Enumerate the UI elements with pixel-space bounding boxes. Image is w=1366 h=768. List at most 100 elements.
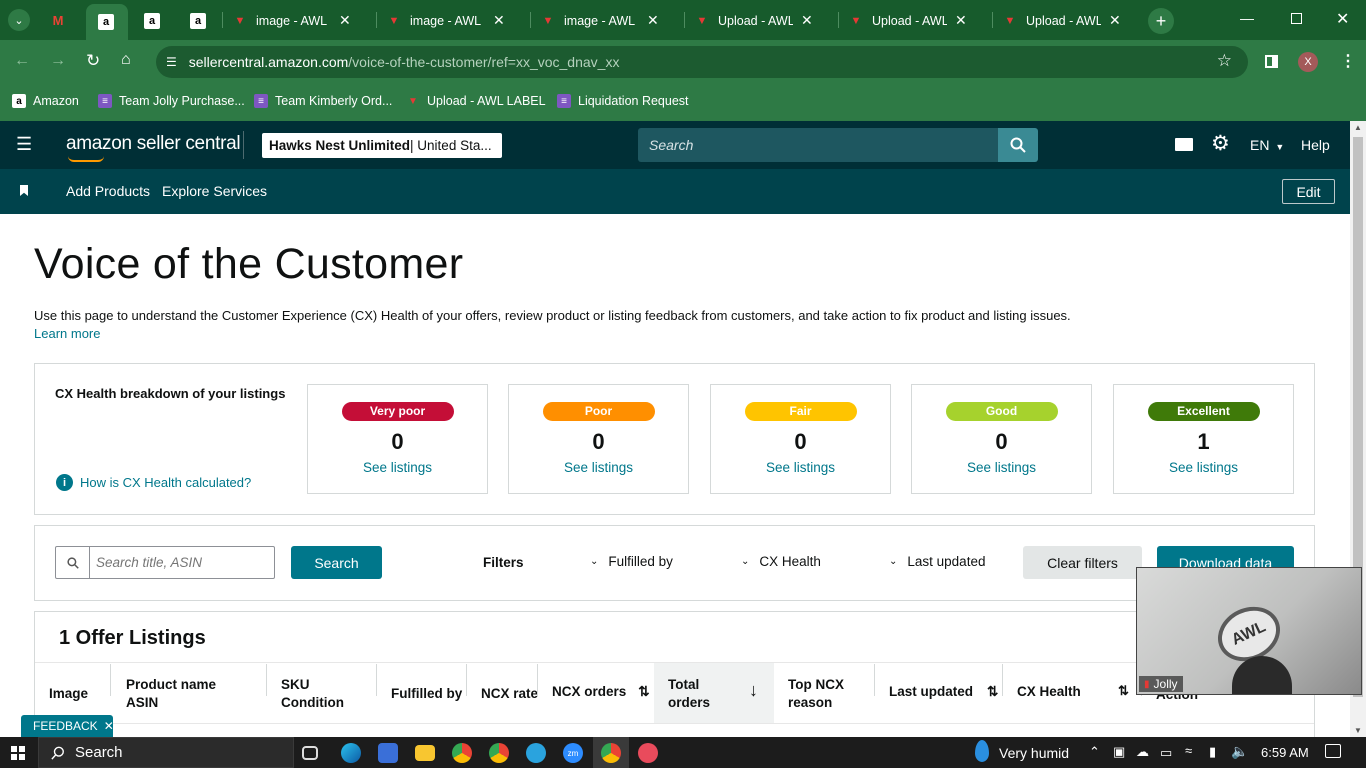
bookmark-icon[interactable]	[20, 185, 28, 196]
restore-button[interactable]	[1291, 13, 1302, 24]
col-fulfilled-by[interactable]: Fulfilled by	[391, 685, 462, 703]
chrome-icon[interactable]	[452, 743, 472, 763]
col-ncx-rate[interactable]: NCX rate	[481, 685, 538, 703]
see-listings-link[interactable]: See listings	[711, 460, 890, 475]
chrome-icon[interactable]	[489, 743, 509, 763]
col-top-ncx-reason[interactable]: Top NCX reason	[788, 676, 844, 712]
tab-search-dropdown-button[interactable]: ⌄	[8, 9, 30, 31]
mic-icon[interactable]: ▮	[1209, 744, 1216, 760]
account-switcher[interactable]: Hawks Nest Unlimited | United Sta...	[262, 133, 502, 158]
col-product-name[interactable]: Product name ASIN	[126, 676, 216, 712]
close-icon[interactable]: ✕	[955, 12, 967, 29]
browser-tab[interactable]: ▼ Upload - AWL L ✕	[694, 7, 813, 34]
close-icon[interactable]: ✕	[647, 12, 659, 29]
side-panel-icon[interactable]	[1265, 55, 1278, 68]
listing-search-box[interactable]	[55, 546, 275, 579]
cloud-icon[interactable]: ☁	[1136, 744, 1149, 760]
kebab-menu-icon[interactable]: ⋮	[1340, 51, 1356, 71]
bookmark-upload-awl[interactable]: ▼ Upload - AWL LABEL	[406, 94, 546, 108]
gear-icon[interactable]: ⚙	[1211, 131, 1230, 156]
feedback-tab[interactable]: FEEDBACK ✕	[21, 715, 114, 737]
see-listings-link[interactable]: See listings	[509, 460, 688, 475]
help-link[interactable]: Help	[1301, 137, 1330, 153]
close-icon[interactable]: ✕	[1109, 12, 1121, 29]
zoom-icon[interactable]: zm	[563, 743, 583, 763]
task-view-icon[interactable]	[302, 746, 318, 760]
telegram-icon[interactable]	[526, 743, 546, 763]
clear-filters-button[interactable]: Clear filters	[1023, 546, 1142, 579]
close-icon[interactable]: ✕	[104, 719, 114, 733]
seller-central-logo[interactable]: amazon seller central	[66, 133, 241, 162]
bookmark-team-kimberly[interactable]: ≡ Team Kimberly Ord...	[254, 94, 392, 108]
hamburger-menu-icon[interactable]: ☰	[16, 134, 32, 155]
minimize-button[interactable]: —	[1240, 10, 1254, 26]
sort-desc-icon[interactable]: ↓	[749, 680, 758, 701]
browser-tab[interactable]: ▼ image - AWL LA ✕	[540, 7, 659, 34]
learn-more-link[interactable]: Learn more	[34, 326, 100, 341]
browser-tab[interactable]: a	[190, 7, 206, 34]
see-listings-link[interactable]: See listings	[308, 460, 487, 475]
chrome-icon[interactable]	[601, 743, 621, 763]
battery-icon[interactable]: ▭	[1160, 745, 1172, 761]
search-button[interactable]: Search	[291, 546, 382, 579]
home-icon[interactable]: ⌂	[121, 51, 131, 69]
wifi-icon[interactable]: ≈	[1185, 743, 1192, 758]
col-ncx-orders[interactable]: NCX orders ⇅	[552, 683, 650, 701]
nav-add-products[interactable]: Add Products	[66, 183, 150, 199]
header-search-input[interactable]: Search	[638, 128, 998, 162]
edge-icon[interactable]	[341, 743, 361, 763]
how-calculated-link[interactable]: i How is CX Health calculated?	[56, 474, 251, 491]
see-listings-link[interactable]: See listings	[1114, 460, 1293, 475]
file-explorer-icon[interactable]	[415, 745, 435, 761]
reload-icon[interactable]: ↻	[86, 51, 100, 71]
browser-tab[interactable]: ▼ image - AWL LA ✕	[232, 7, 351, 34]
sort-icon[interactable]: ⇅	[1118, 683, 1129, 699]
meet-icon[interactable]: ▣	[1113, 744, 1125, 760]
tray-overflow-icon[interactable]: ⌃	[1089, 744, 1100, 760]
sort-icon[interactable]: ⇅	[638, 683, 649, 701]
browser-tab[interactable]: ▼ Upload - AWL L ✕	[1002, 7, 1121, 34]
scroll-down-icon[interactable]: ▼	[1354, 726, 1362, 735]
video-call-overlay[interactable]: AWL ▮ Jolly	[1136, 567, 1362, 695]
bookmark-liquidation[interactable]: ≡ Liquidation Request	[557, 94, 689, 108]
site-info-icon[interactable]: ☰	[166, 55, 177, 69]
nav-explore-services[interactable]: Explore Services	[162, 183, 267, 199]
forward-icon[interactable]: →	[50, 52, 66, 70]
notifications-icon[interactable]	[1325, 744, 1341, 758]
browser-tab-active[interactable]: a	[86, 4, 128, 40]
mail-icon[interactable]	[1175, 138, 1193, 151]
taskbar-search[interactable]: Search	[38, 737, 294, 768]
back-icon[interactable]: ←	[14, 52, 30, 70]
weather-icon[interactable]	[975, 740, 989, 762]
header-search-button[interactable]	[998, 128, 1038, 162]
windows-start-icon[interactable]	[11, 746, 25, 760]
last-updated-filter[interactable]: ⌄ Last updated	[889, 554, 985, 569]
bookmark-team-jolly[interactable]: ≡ Team Jolly Purchase...	[98, 94, 245, 108]
url-bar[interactable]: ☰ sellercentral.amazon.com /voice-of-the…	[156, 46, 1248, 78]
language-selector[interactable]: EN ▼	[1250, 137, 1284, 153]
clock[interactable]: 6:59 AM	[1261, 745, 1309, 760]
col-cx-health[interactable]: CX Health	[1017, 683, 1081, 701]
close-icon[interactable]: ✕	[339, 12, 351, 29]
fulfilled-by-filter[interactable]: ⌄ Fulfilled by	[590, 554, 673, 569]
col-last-updated[interactable]: Last updated ⇅	[889, 683, 998, 701]
snipping-tool-icon[interactable]	[638, 743, 658, 763]
browser-tab[interactable]: a	[144, 7, 160, 34]
new-tab-button[interactable]: +	[1148, 8, 1174, 34]
bookmark-star-icon[interactable]: ☆	[1217, 51, 1232, 71]
cx-health-filter[interactable]: ⌄ CX Health	[741, 554, 821, 569]
edit-button[interactable]: Edit	[1282, 179, 1335, 204]
close-icon[interactable]: ✕	[801, 12, 813, 29]
browser-tab[interactable]: ▼ Upload - AWL L ✕	[848, 7, 967, 34]
avatar[interactable]: X	[1298, 52, 1318, 72]
volume-icon[interactable]: 🔈	[1231, 743, 1248, 760]
weather-label[interactable]: Very humid	[999, 745, 1069, 761]
store-icon[interactable]	[378, 743, 398, 763]
scroll-up-icon[interactable]: ▲	[1354, 123, 1362, 132]
close-icon[interactable]: ✕	[493, 12, 505, 29]
listing-search-input[interactable]	[92, 548, 270, 577]
close-window-button[interactable]: ✕	[1336, 9, 1349, 29]
sort-icon[interactable]: ⇅	[987, 683, 998, 701]
see-listings-link[interactable]: See listings	[912, 460, 1091, 475]
browser-tab[interactable]: M	[50, 7, 66, 34]
